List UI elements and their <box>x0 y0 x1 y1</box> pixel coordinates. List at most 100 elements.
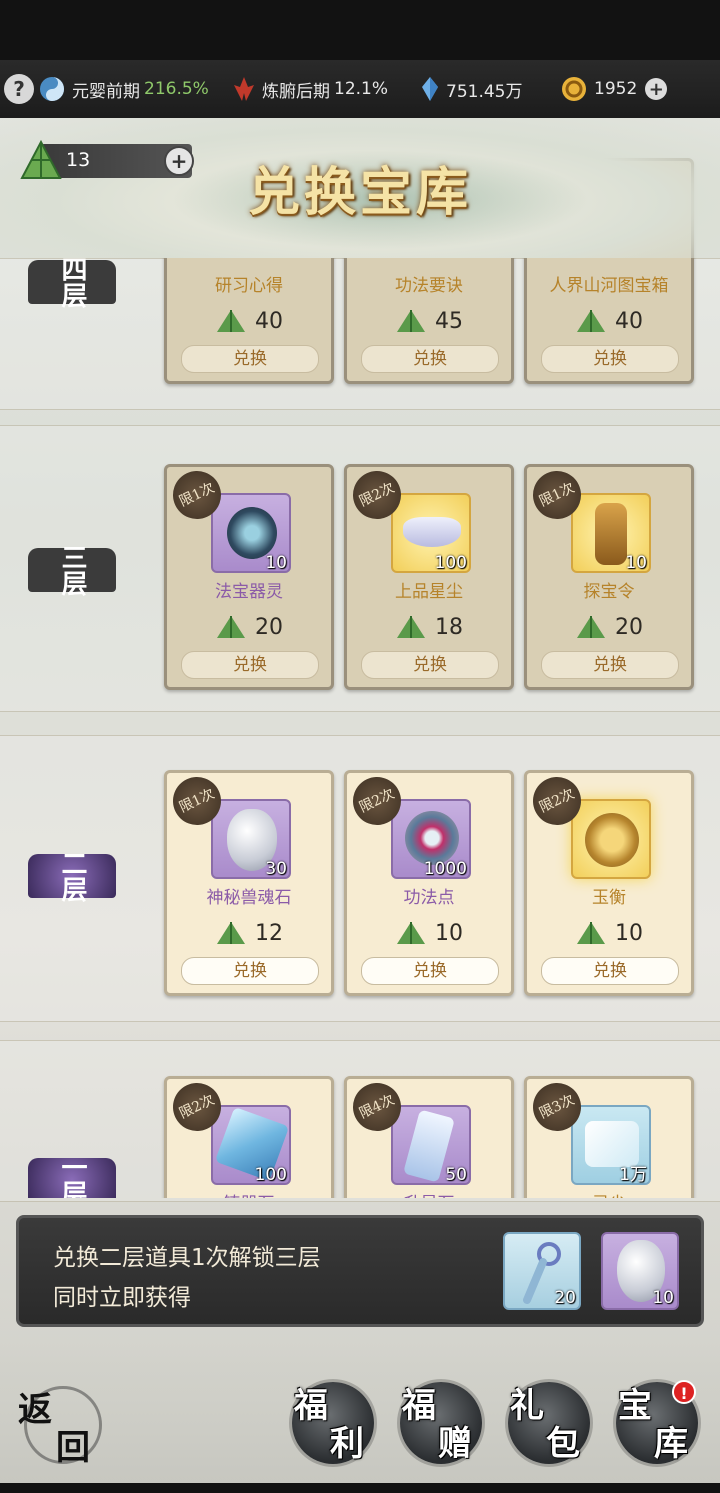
item-icon-box: 30 <box>211 799 291 879</box>
item-icon-box: 50 <box>391 1105 471 1185</box>
item-name: 玉衡 <box>592 888 626 908</box>
back-button[interactable]: 返 回 <box>16 1382 106 1468</box>
item-name: 灵尘 <box>527 1189 691 1198</box>
gold-value: 1952 <box>594 79 638 99</box>
jade-balance-icon <box>585 813 639 867</box>
reward-count: 10 <box>652 1288 674 1308</box>
spirit-stone-value: 751.45万 <box>446 81 523 102</box>
zongzi-icon <box>397 616 425 638</box>
unlock-reward-item[interactable]: 20 <box>503 1232 581 1310</box>
item-price: 45 <box>347 301 511 341</box>
cultivation-realm[interactable]: 元婴前期 216.5% <box>38 60 209 118</box>
flame-icon <box>234 77 254 101</box>
unlock-hint-panel: 兑换二层道具1次解锁三层 同时立即获得 20 10 <box>16 1215 704 1327</box>
item-name: 法宝器灵 <box>215 582 283 602</box>
crystal-icon <box>422 77 438 101</box>
zongzi-icon <box>217 616 245 638</box>
system-status-bar <box>0 0 720 60</box>
exchange-button[interactable]: 兑换 <box>181 345 319 373</box>
gold-balance[interactable]: 1952 + <box>560 60 668 118</box>
item-icon-box: 100 <box>211 1105 291 1185</box>
system-nav-bar <box>0 1483 720 1493</box>
floor2-item-card: 30 限1次 神秘兽魂石 12 兑换 <box>164 769 334 996</box>
item-name: 人界山河图宝箱 <box>549 276 669 296</box>
zongzi-count: 13 <box>66 149 91 171</box>
floor1-label: 一层 <box>57 1154 87 1198</box>
zongzi-icon <box>397 310 425 332</box>
item-icon-box: 10 <box>211 493 291 573</box>
exchange-button[interactable]: 兑换 <box>181 651 319 679</box>
floor3-label: 三层 <box>57 544 87 596</box>
blessing-gift-button[interactable]: 福 赠 <box>400 1382 482 1464</box>
exchange-button[interactable]: 兑换 <box>361 345 499 373</box>
unlock-hint-line2: 同时立即获得 <box>53 1285 191 1311</box>
zongzi-icon <box>20 139 62 179</box>
gift-pack-button[interactable]: 礼 包 <box>508 1382 590 1464</box>
floor1-clip: 一层 100 限2次 铸器石 50 限4次 升星石 1万 限3次 灵尘 <box>0 1040 720 1198</box>
artifact-spirit-icon <box>227 507 277 559</box>
exchange-button[interactable]: 兑换 <box>541 651 679 679</box>
reward-count: 20 <box>554 1288 576 1308</box>
help-button[interactable]: ? <box>4 60 34 118</box>
add-zongzi-button[interactable]: + <box>164 146 194 176</box>
floor2-badge: 二层 <box>22 836 122 916</box>
floor1-item-card: 100 限2次 铸器石 <box>164 1075 334 1198</box>
exchange-button[interactable]: 兑换 <box>361 651 499 679</box>
item-name: 上品星尘 <box>395 582 463 602</box>
star-dust-icon <box>403 517 461 547</box>
item-name: 功法要诀 <box>395 276 463 296</box>
exchange-button[interactable]: 兑换 <box>541 957 679 985</box>
zongzi-icon <box>217 310 245 332</box>
realm1-percent: 216.5% <box>144 79 209 99</box>
item-price: 20 <box>167 607 331 647</box>
floor1-badge: 一层 <box>22 1140 122 1198</box>
exchange-button[interactable]: 兑换 <box>361 957 499 985</box>
zongzi-icon <box>397 922 425 944</box>
item-price: 10 <box>347 913 511 953</box>
floor1-item-card: 1万 限3次 灵尘 <box>524 1075 694 1198</box>
floor3-badge: 三层 <box>22 530 122 610</box>
floor2-label: 二层 <box>57 850 87 902</box>
add-gold-button[interactable]: + <box>645 78 668 100</box>
item-name: 功法点 <box>403 888 455 908</box>
zongzi-icon <box>577 616 605 638</box>
skill-point-icon <box>405 811 459 865</box>
zongzi-icon <box>577 922 605 944</box>
item-price: 40 <box>527 301 691 341</box>
zongzi-icon <box>577 310 605 332</box>
floor2-item-card: 限2次 玉衡 10 兑换 <box>524 769 694 996</box>
item-icon-box: 10 <box>571 493 651 573</box>
realm2-label: 炼腑后期 <box>262 81 330 102</box>
help-icon[interactable]: ? <box>4 74 34 104</box>
welfare-button[interactable]: 福 利 <box>292 1382 374 1464</box>
item-price: 12 <box>167 913 331 953</box>
notification-badge: ! <box>672 1380 696 1404</box>
resource-bar: ? 元婴前期 216.5% 炼腑后期 12.1% 751.45万 1952 + <box>0 60 720 119</box>
vault-button[interactable]: 宝 库 ! <box>616 1380 698 1464</box>
item-name: 铸器石 <box>167 1189 331 1198</box>
realm1-label: 元婴前期 <box>72 81 140 102</box>
unlock-reward-item[interactable]: 10 <box>601 1232 679 1310</box>
item-icon-box: 1000 <box>391 799 471 879</box>
item-price: 10 <box>527 913 691 953</box>
exchange-button[interactable]: 兑换 <box>181 957 319 985</box>
coin-icon <box>562 77 586 101</box>
body-realm[interactable]: 炼腑后期 12.1% <box>232 60 388 118</box>
item-price: 20 <box>527 607 691 647</box>
floor4-label: 四层 <box>57 256 87 308</box>
zongzi-icon <box>217 922 245 944</box>
item-name: 探宝令 <box>583 582 635 602</box>
back-label-top: 返 <box>18 1390 52 1430</box>
realm2-percent: 12.1% <box>334 79 389 99</box>
item-name: 研习心得 <box>215 276 283 296</box>
exchange-button[interactable]: 兑换 <box>541 345 679 373</box>
unlock-hint-line1: 兑换二层道具1次解锁三层 <box>53 1245 321 1271</box>
item-name: 升星石 <box>347 1189 511 1198</box>
floor3-item-card: 10 限1次 法宝器灵 20 兑换 <box>164 463 334 690</box>
back-label-bottom: 回 <box>56 1428 90 1468</box>
item-price: 40 <box>167 301 331 341</box>
spirit-stone-balance[interactable]: 751.45万 <box>420 60 522 118</box>
floor1-item-card: 50 限4次 升星石 <box>344 1075 514 1198</box>
treasure-token-icon <box>595 503 627 565</box>
taiji-icon <box>40 77 64 101</box>
